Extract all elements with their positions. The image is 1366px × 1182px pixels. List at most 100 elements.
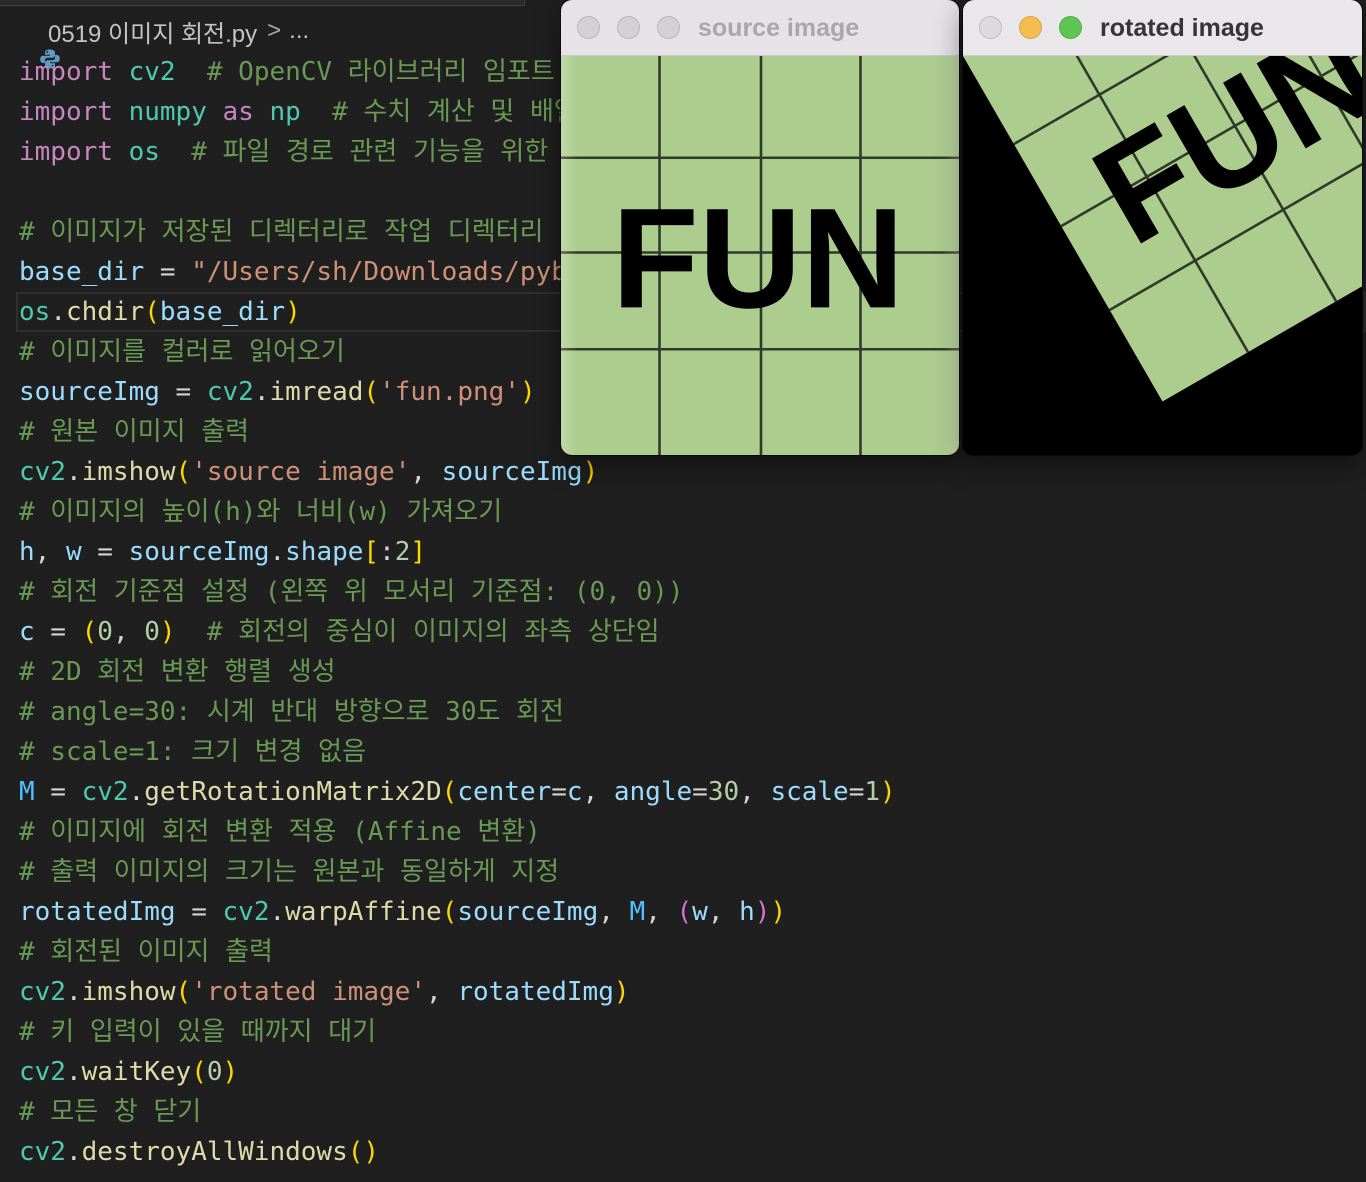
- number-token[interactable]: 30: [708, 777, 739, 807]
- breadcrumb-more[interactable]: ...: [289, 17, 309, 45]
- variable-token[interactable]: w: [692, 897, 708, 927]
- comment-token[interactable]: # 원본 이미지 출력: [19, 417, 249, 447]
- code-line[interactable]: cv2.waitKey(0): [19, 1052, 1366, 1092]
- zoom-button[interactable]: [657, 16, 680, 39]
- bracket-token[interactable]: (: [144, 297, 160, 327]
- keyword-token[interactable]: as: [223, 97, 270, 127]
- module-token[interactable]: cv2: [19, 1057, 66, 1087]
- string-token[interactable]: "/Users/sh/Downloads/pyb: [191, 257, 567, 287]
- operator-token[interactable]: .: [66, 977, 82, 1007]
- operator-token[interactable]: .: [66, 457, 82, 487]
- source-image-window[interactable]: source image FUN: [561, 0, 959, 455]
- bracket-token[interactable]: (: [442, 897, 458, 927]
- bracket-token[interactable]: ]: [410, 537, 426, 567]
- module-token[interactable]: np: [269, 97, 300, 127]
- string-token[interactable]: 'fun.png': [379, 377, 520, 407]
- bracket-token[interactable]: ): [583, 457, 599, 487]
- module-token[interactable]: cv2: [19, 457, 66, 487]
- code-line[interactable]: # 모든 창 닫기: [19, 1092, 1366, 1132]
- comment-token[interactable]: # 모든 창 닫기: [19, 1097, 201, 1127]
- module-token[interactable]: cv2: [82, 777, 129, 807]
- code-line[interactable]: # 2D 회전 변환 행렬 생성: [19, 652, 1366, 692]
- operator-token[interactable]: .: [269, 897, 285, 927]
- variable-token[interactable]: base_dir: [19, 257, 144, 287]
- variable-token[interactable]: c: [567, 777, 583, 807]
- operator-token[interactable]: ,: [739, 777, 770, 807]
- module-token[interactable]: os: [19, 297, 50, 327]
- operator-token[interactable]: ,: [410, 457, 441, 487]
- comment-token[interactable]: # 회전 기준점 설정 (왼쪽 위 모서리 기준점: (0, 0)): [19, 577, 683, 607]
- variable-token[interactable]: angle: [614, 777, 692, 807]
- variable-token[interactable]: rotatedImg: [457, 977, 614, 1007]
- variable-token[interactable]: w: [66, 537, 82, 567]
- comment-token[interactable]: # angle=30: 시계 반대 방향으로 30도 회전: [19, 697, 564, 727]
- operator-token[interactable]: ,: [708, 897, 739, 927]
- number-token[interactable]: 1: [864, 777, 880, 807]
- operator-token[interactable]: .: [129, 777, 145, 807]
- comment-token[interactable]: # 이미지에 회전 변환 적용 (Affine 변환): [19, 817, 541, 847]
- function-token[interactable]: destroyAllWindows: [82, 1137, 348, 1167]
- operator-token[interactable]: =: [551, 777, 567, 807]
- code-line[interactable]: M = cv2.getRotationMatrix2D(center=c, an…: [19, 772, 1366, 812]
- comment-token[interactable]: # 이미지를 컬러로 읽어오기: [19, 337, 345, 367]
- string-token[interactable]: 'rotated image': [191, 977, 426, 1007]
- module-token[interactable]: cv2: [19, 1137, 66, 1167]
- bracket-token[interactable]: (: [176, 977, 192, 1007]
- bracket-token[interactable]: (: [191, 1057, 207, 1087]
- operator-token[interactable]: ,: [426, 977, 457, 1007]
- operator-token[interactable]: =: [35, 617, 82, 647]
- operator-token[interactable]: =: [160, 377, 207, 407]
- operator-token[interactable]: ,: [113, 617, 144, 647]
- breadcrumb-file[interactable]: 0519 이미지 회전.py: [48, 14, 257, 49]
- variable-token[interactable]: sourceImg: [129, 537, 270, 567]
- number-token[interactable]: 0: [144, 617, 160, 647]
- constant-token[interactable]: M: [19, 777, 35, 807]
- keyword-token[interactable]: import: [19, 137, 129, 167]
- comment-token[interactable]: # 수치 계산 및 배열: [301, 97, 578, 127]
- operator-token[interactable]: ,: [645, 897, 676, 927]
- keyword-token[interactable]: import: [19, 57, 129, 87]
- minimize-button[interactable]: [1019, 16, 1042, 39]
- function-token[interactable]: imread: [269, 377, 363, 407]
- module-token[interactable]: cv2: [223, 897, 270, 927]
- bracket-token[interactable]: ): [160, 617, 176, 647]
- comment-token[interactable]: # 이미지의 높이(h)와 너비(w) 가져오기: [19, 497, 502, 527]
- variable-token[interactable]: sourceImg: [457, 897, 598, 927]
- variable-token[interactable]: sourceImg: [19, 377, 160, 407]
- bracket-token[interactable]: (: [363, 377, 379, 407]
- module-token[interactable]: os: [129, 137, 160, 167]
- variable-token[interactable]: sourceImg: [442, 457, 583, 487]
- operator-token[interactable]: =: [176, 897, 223, 927]
- comment-token[interactable]: # OpenCV 라이브러리 임포트: [176, 57, 555, 87]
- operator-token[interactable]: .: [269, 537, 285, 567]
- code-line[interactable]: # scale=1: 크기 변경 없음: [19, 732, 1366, 772]
- code-line[interactable]: cv2.imshow('rotated image', rotatedImg): [19, 972, 1366, 1012]
- operator-token[interactable]: ,: [583, 777, 614, 807]
- variable-token[interactable]: h: [739, 897, 755, 927]
- function-token[interactable]: waitKey: [82, 1057, 192, 1087]
- operator-token[interactable]: =: [849, 777, 865, 807]
- variable-token[interactable]: center: [457, 777, 551, 807]
- code-line[interactable]: h, w = sourceImg.shape[:2]: [19, 532, 1366, 572]
- operator-token[interactable]: =: [82, 537, 129, 567]
- bracket-token[interactable]: ): [223, 1057, 239, 1087]
- bracket-token[interactable]: (: [348, 1137, 364, 1167]
- code-line[interactable]: # 키 입력이 있을 때까지 대기: [19, 1012, 1366, 1052]
- comment-token[interactable]: # scale=1: 크기 변경 없음: [19, 737, 366, 767]
- code-line[interactable]: # 이미지의 높이(h)와 너비(w) 가져오기: [19, 492, 1366, 532]
- operator-token[interactable]: ,: [35, 537, 66, 567]
- number-token[interactable]: 0: [97, 617, 113, 647]
- variable-token[interactable]: shape: [285, 537, 363, 567]
- bracket-token[interactable]: ): [363, 1137, 379, 1167]
- variable-token[interactable]: base_dir: [160, 297, 285, 327]
- comment-token[interactable]: # 이미지가 저장된 디렉터리로 작업 디렉터리 변: [19, 217, 583, 247]
- bracket-token[interactable]: ): [614, 977, 630, 1007]
- bracket-token[interactable]: ): [755, 897, 771, 927]
- comment-token[interactable]: # 회전의 중심이 이미지의 좌측 상단임: [176, 617, 660, 647]
- bracket-token[interactable]: (: [82, 617, 98, 647]
- minimize-button[interactable]: [617, 16, 640, 39]
- operator-token[interactable]: .: [66, 1137, 82, 1167]
- module-token[interactable]: cv2: [129, 57, 176, 87]
- operator-token[interactable]: .: [50, 297, 66, 327]
- module-token[interactable]: cv2: [207, 377, 254, 407]
